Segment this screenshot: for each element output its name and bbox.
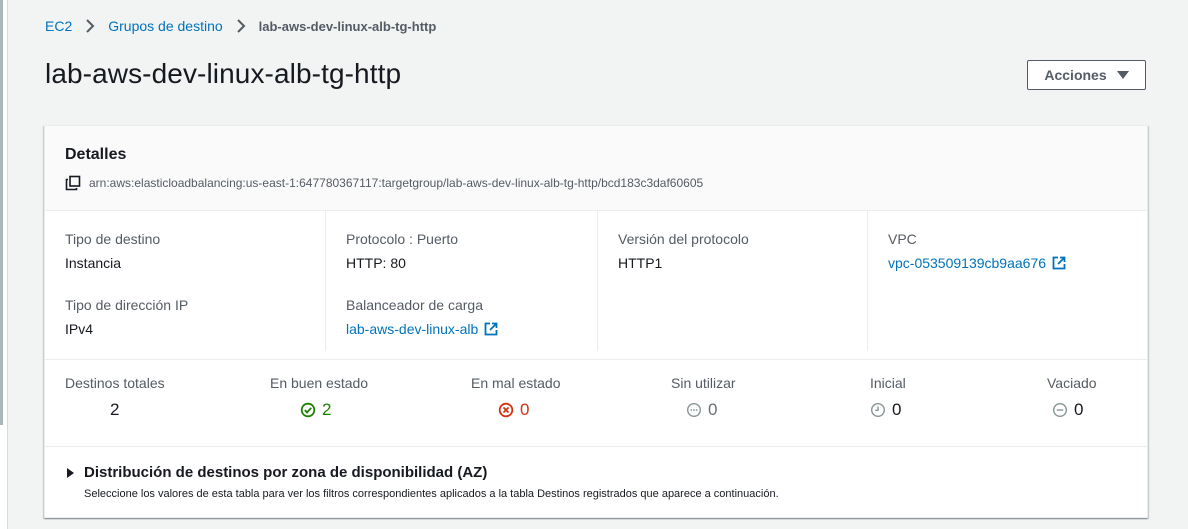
caret-right-icon bbox=[67, 467, 74, 478]
vpc-link[interactable]: vpc-053509139cb9aa676 bbox=[888, 255, 1067, 271]
chevron-right-icon bbox=[233, 18, 249, 34]
az-distribution-description: Seleccione los valores de esta tabla par… bbox=[84, 488, 779, 500]
stat-initial: Inicial 0 bbox=[870, 375, 906, 420]
az-distribution-title: Distribución de destinos por zona de dis… bbox=[84, 464, 488, 481]
field-label: Tipo de dirección IP bbox=[65, 297, 189, 313]
arn-value: arn:aws:elasticloadbalancing:us-east-1:6… bbox=[89, 176, 704, 190]
stat-initial-value-link[interactable]: 0 bbox=[870, 400, 906, 420]
breadcrumb-ec2[interactable]: EC2 bbox=[45, 18, 72, 34]
actions-button[interactable]: Acciones bbox=[1027, 60, 1146, 90]
field-vpc: VPC vpc-053509139cb9aa676 bbox=[888, 231, 1067, 271]
stat-draining-value: 0 bbox=[1074, 400, 1084, 419]
chevron-right-icon bbox=[82, 18, 98, 34]
caret-down-icon bbox=[1116, 71, 1129, 79]
target-stats: Destinos totales 2 En buen estado 2 En m… bbox=[45, 360, 1147, 446]
status-pending-clock-icon bbox=[870, 402, 886, 418]
field-value: Instancia bbox=[65, 255, 122, 271]
status-stopped-icon bbox=[686, 402, 702, 418]
stat-label: Destinos totales bbox=[65, 375, 165, 391]
stat-unhealthy-value-link[interactable]: 0 bbox=[471, 400, 561, 420]
field-ip-type: Tipo de dirección IP IPv4 bbox=[65, 297, 188, 337]
stat-total: Destinos totales 2 bbox=[65, 375, 165, 420]
details-header: Detalles arn:aws:elasticloadbalancing:us… bbox=[45, 126, 1147, 211]
status-negative-icon bbox=[498, 402, 514, 418]
stat-unhealthy-value: 0 bbox=[520, 400, 530, 419]
field-value: HTTP: 80 bbox=[346, 255, 406, 271]
field-protocol-port: Protocolo : Puerto HTTP: 80 bbox=[346, 231, 458, 271]
field-load-balancer: Balanceador de carga lab-aws-dev-linux-a… bbox=[346, 297, 499, 337]
vpc-link-text: vpc-053509139cb9aa676 bbox=[888, 255, 1047, 271]
load-balancer-link-text: lab-aws-dev-linux-alb bbox=[346, 321, 479, 337]
stat-healthy-value-link[interactable]: 2 bbox=[270, 400, 368, 420]
stat-initial-value: 0 bbox=[892, 400, 902, 419]
arn-row: arn:aws:elasticloadbalancing:us-east-1:6… bbox=[65, 175, 703, 191]
details-column-3: Versión del protocolo HTTP1 bbox=[597, 211, 867, 351]
breadcrumb-target-groups[interactable]: Grupos de destino bbox=[108, 18, 222, 34]
details-column-2: Protocolo : Puerto HTTP: 80 Balanceador … bbox=[325, 211, 597, 351]
field-label: VPC bbox=[888, 231, 917, 247]
field-value: HTTP1 bbox=[618, 255, 663, 271]
stat-healthy-value: 2 bbox=[322, 400, 332, 419]
stat-unused-value-link[interactable]: 0 bbox=[671, 400, 736, 420]
field-label: Tipo de destino bbox=[65, 231, 161, 247]
status-draining-icon bbox=[1052, 402, 1068, 418]
load-balancer-link[interactable]: lab-aws-dev-linux-alb bbox=[346, 321, 499, 337]
field-target-type: Tipo de destino Instancia bbox=[65, 231, 160, 271]
divider bbox=[45, 446, 1147, 447]
stat-unused: Sin utilizar 0 bbox=[671, 375, 736, 420]
rail-scrollbar[interactable] bbox=[0, 0, 3, 425]
field-value: IPv4 bbox=[65, 321, 94, 337]
page-title: lab-aws-dev-linux-alb-tg-http bbox=[45, 58, 402, 89]
details-column-4: VPC vpc-053509139cb9aa676 bbox=[867, 211, 1147, 351]
details-card: Detalles arn:aws:elasticloadbalancing:us… bbox=[44, 125, 1148, 518]
external-link-icon bbox=[483, 321, 499, 337]
left-rail bbox=[0, 0, 8, 529]
stat-unhealthy: En mal estado 0 bbox=[471, 375, 561, 420]
stat-label: En mal estado bbox=[471, 375, 561, 391]
field-label: Versión del protocolo bbox=[618, 231, 749, 247]
stat-label: Sin utilizar bbox=[671, 375, 736, 391]
copy-icon[interactable] bbox=[65, 175, 81, 191]
field-label: Protocolo : Puerto bbox=[346, 231, 459, 247]
actions-button-label: Acciones bbox=[1044, 67, 1107, 83]
stat-unused-value: 0 bbox=[708, 400, 718, 419]
details-grid: Tipo de destino Instancia Tipo de direcc… bbox=[45, 211, 1147, 360]
field-label: Balanceador de carga bbox=[346, 297, 483, 313]
stat-healthy: En buen estado 2 bbox=[270, 375, 368, 420]
breadcrumb: EC2 Grupos de destino lab-aws-dev-linux-… bbox=[45, 16, 436, 36]
details-title: Detalles bbox=[65, 146, 127, 163]
field-protocol-version: Versión del protocolo HTTP1 bbox=[618, 231, 749, 271]
status-positive-icon bbox=[300, 402, 316, 418]
stat-label: En buen estado bbox=[270, 375, 369, 391]
breadcrumb-current: lab-aws-dev-linux-alb-tg-http bbox=[258, 18, 437, 34]
details-column-1: Tipo de destino Instancia Tipo de direcc… bbox=[45, 211, 325, 351]
stat-draining: Vaciado 0 bbox=[1047, 375, 1097, 420]
stat-label: Vaciado bbox=[1047, 375, 1097, 391]
stat-label: Inicial bbox=[870, 375, 906, 391]
external-link-icon bbox=[1051, 255, 1067, 271]
stat-draining-value-link[interactable]: 0 bbox=[1047, 400, 1097, 420]
az-distribution-expander[interactable]: Distribución de destinos por zona de dis… bbox=[67, 464, 487, 481]
stat-total-value: 2 bbox=[110, 400, 120, 419]
